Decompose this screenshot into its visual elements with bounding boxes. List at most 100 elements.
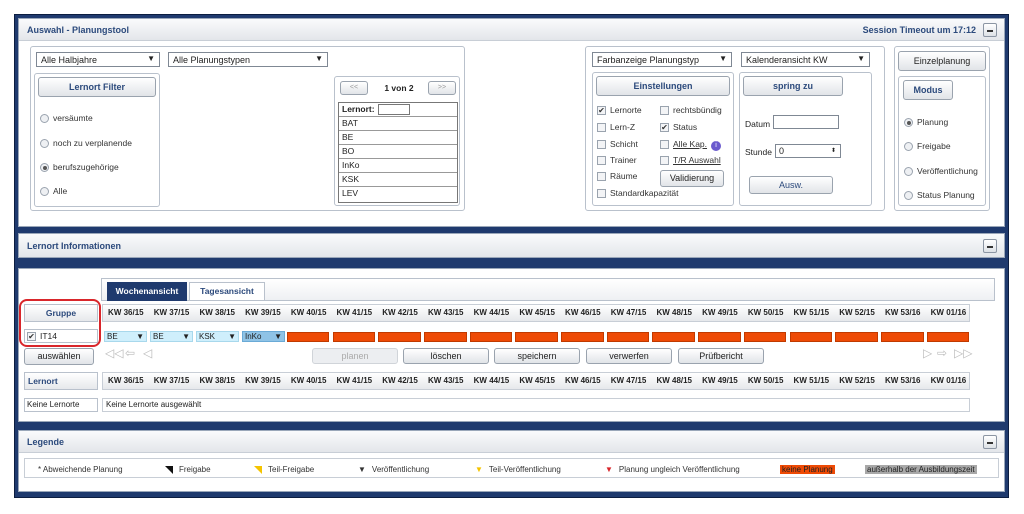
setting-schicht[interactable]: Schicht <box>597 139 638 150</box>
lernort-filter-button[interactable]: Lernort Filter <box>38 77 156 97</box>
setting-tr-auswahl[interactable]: T/R Auswahl <box>660 155 721 166</box>
pager-next-button[interactable]: >> <box>428 81 456 95</box>
setting-rechtsbuendig[interactable]: rechtsbündig <box>660 105 722 116</box>
week-header-cell: KW 43/15 <box>427 376 464 385</box>
mode-veroeffentlichung[interactable]: Veröffentlichung <box>904 166 978 177</box>
lernort-search-input[interactable] <box>377 104 410 116</box>
pager-prev-button[interactable]: << <box>340 81 368 95</box>
list-item[interactable]: BO <box>339 145 457 159</box>
legend-freigabe: Freigabe <box>165 465 211 474</box>
setting-standardkapazitaet[interactable]: Standardkapazität <box>597 188 679 199</box>
no-plan-cell[interactable] <box>378 332 421 342</box>
legend-teil-veroeffentlichung: ▼ Teil-Veröffentlichung <box>475 465 561 474</box>
mode-planung[interactable]: Planung <box>904 117 948 128</box>
no-plan-cell[interactable] <box>561 332 604 342</box>
pruefbericht-button[interactable]: Prüfbericht <box>678 348 764 364</box>
datum-label: Datum <box>745 119 771 129</box>
no-plan-cell[interactable] <box>743 332 787 342</box>
einzelplanung-button[interactable]: Einzelplanung <box>898 51 986 71</box>
no-plan-cell[interactable] <box>926 332 970 342</box>
no-plan-cell[interactable] <box>332 332 376 342</box>
nav-next-icon[interactable]: ⇨ <box>937 346 947 360</box>
week-header-cell: KW 36/15 <box>108 376 144 385</box>
stunde-stepper[interactable]: 0 ⬍ <box>775 144 841 158</box>
week-header-cell: KW 51/15 <box>793 376 830 385</box>
filter-berufszugehoerige[interactable]: berufszugehörige <box>40 162 119 173</box>
status-triangle-icon: ▼ <box>182 332 190 341</box>
modus-button[interactable]: Modus <box>903 80 953 100</box>
nav-last-icon[interactable]: ▷▷ <box>954 346 972 360</box>
planung-ungleich-icon: ▼ <box>605 465 613 474</box>
list-item[interactable]: BE <box>339 131 457 145</box>
nav-prev-icon[interactable]: ⇦ <box>125 346 135 360</box>
no-plan-cell[interactable] <box>698 332 741 342</box>
week-header-cell: KW 48/15 <box>656 376 693 385</box>
no-plan-cell[interactable] <box>789 332 833 342</box>
einstellungen-button[interactable]: Einstellungen <box>596 76 730 96</box>
setting-status[interactable]: ✔ Status <box>660 122 697 133</box>
week-header-cell: KW 49/15 <box>702 308 738 317</box>
plan-cell[interactable]: BE ▼ <box>104 331 147 342</box>
collapse-button[interactable] <box>983 435 997 449</box>
filter-noch-zu-verplanende[interactable]: noch zu verplanende <box>40 138 132 149</box>
no-plan-cell[interactable] <box>652 332 696 342</box>
legend-keine-planung: keine Planung <box>780 465 835 474</box>
no-plan-cell[interactable] <box>286 332 330 342</box>
stunde-label: Stunde <box>745 147 772 157</box>
nav-prev-small-icon[interactable]: ◁ <box>143 346 152 360</box>
auswaehlen-button[interactable]: auswählen <box>24 348 94 365</box>
verwerfen-button[interactable]: verwerfen <box>586 348 672 364</box>
spring-zu-button[interactable]: spring zu <box>743 76 843 96</box>
tab-wochenansicht[interactable]: Wochenansicht <box>107 282 187 301</box>
plan-cell[interactable]: BE ▼ <box>150 331 193 342</box>
setting-lernorte[interactable]: ✔ Lernorte <box>597 105 642 116</box>
week-header-cell: KW 46/15 <box>565 308 601 317</box>
planen-button[interactable]: planen <box>312 348 398 364</box>
speichern-button[interactable]: speichern <box>494 348 580 364</box>
nav-first-icon[interactable]: ◁◁ <box>105 346 123 360</box>
collapse-button[interactable] <box>983 239 997 253</box>
tab-tagesansicht[interactable]: Tagesansicht <box>189 282 265 301</box>
list-item[interactable]: InKo <box>339 159 457 173</box>
mode-freigabe[interactable]: Freigabe <box>904 141 951 152</box>
nav-next-small-icon[interactable]: ▷ <box>923 346 932 360</box>
plan-cell[interactable]: InKo ▼ <box>242 331 285 342</box>
validierung-button[interactable]: Validierung <box>660 170 724 187</box>
week-header-cell: KW 52/15 <box>839 376 875 385</box>
planungstyp-select[interactable]: Alle Planungstypen ▼ <box>168 52 328 67</box>
lernort-header: Lernort <box>24 372 98 390</box>
list-item[interactable]: BAT <box>339 117 457 131</box>
week-header-cell: KW 01/16 <box>930 376 967 385</box>
loeschen-button[interactable]: löschen <box>403 348 489 364</box>
list-item[interactable]: KSK <box>339 173 457 187</box>
halbjahr-select[interactable]: Alle Halbjahre ▼ <box>36 52 160 67</box>
setting-raeume[interactable]: Räume <box>597 171 637 182</box>
no-plan-cell[interactable] <box>469 332 513 342</box>
week-header-cell: KW 42/15 <box>382 376 418 385</box>
no-plan-cell[interactable] <box>835 332 878 342</box>
collapse-button[interactable] <box>983 23 997 37</box>
kalender-select[interactable]: Kalenderansicht KW ▼ <box>741 52 870 67</box>
no-plan-cell[interactable] <box>880 332 924 342</box>
filter-alle[interactable]: Alle <box>40 186 67 197</box>
datum-input[interactable] <box>773 115 839 129</box>
week-header-cell: KW 42/15 <box>382 308 418 317</box>
no-plan-cell[interactable] <box>606 332 650 342</box>
no-plan-cell[interactable] <box>515 332 558 342</box>
ausw-button[interactable]: Ausw. <box>749 176 833 194</box>
farbanzeige-select[interactable]: Farbanzeige Planungstyp ▼ <box>592 52 732 67</box>
legend-abweichend: * Abweichende Planung <box>38 465 123 474</box>
plan-cell[interactable]: KSK ▼ <box>196 331 239 342</box>
radio-selected-icon <box>40 163 49 173</box>
setting-trainer[interactable]: Trainer <box>597 155 637 166</box>
filter-versaeumte[interactable]: versäumte <box>40 113 93 124</box>
setting-lern-z[interactable]: Lern-Z <box>597 122 635 133</box>
week-header-cell: KW 41/15 <box>336 308 373 317</box>
info-icon[interactable]: i <box>711 141 722 151</box>
list-item[interactable]: LEV <box>339 187 457 201</box>
radio-icon <box>904 191 913 201</box>
setting-alle-kap[interactable]: Alle Kap. i <box>660 139 722 151</box>
mode-status-planung[interactable]: Status Planung <box>904 190 975 201</box>
no-plan-cell[interactable] <box>423 332 467 342</box>
status-triangle-icon: ▼ <box>274 332 282 341</box>
